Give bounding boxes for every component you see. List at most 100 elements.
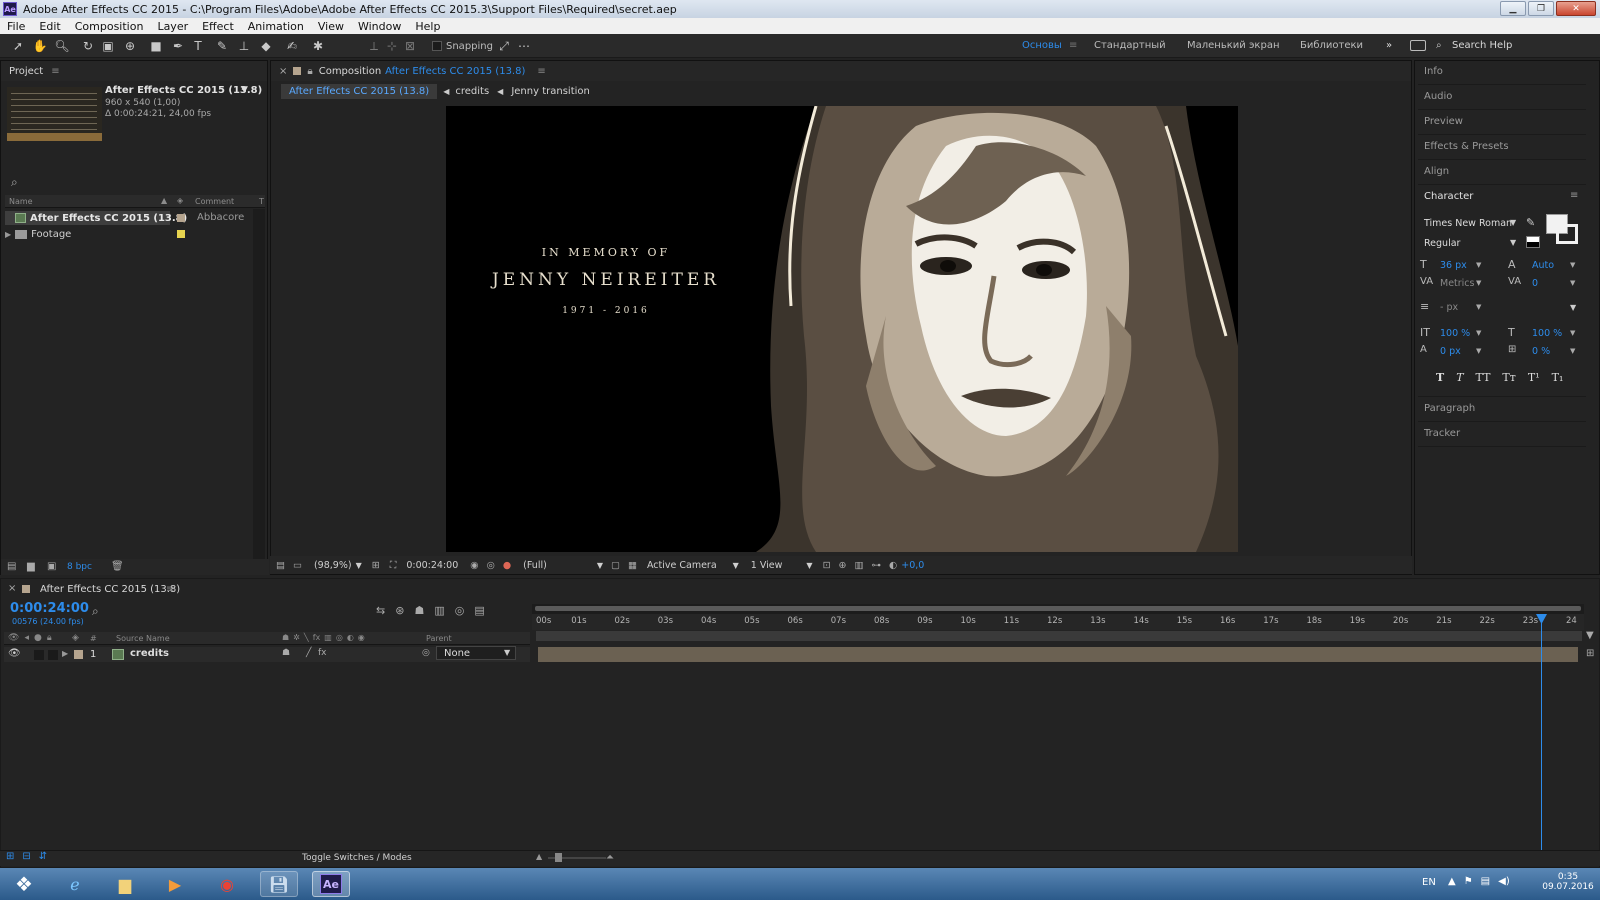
font-family-dropdown[interactable]: Times New Roman [1424,218,1512,229]
label-column-icon[interactable]: ◈ [177,196,183,205]
rotate-tool-icon[interactable]: ↻ [80,38,96,54]
project-col-comment[interactable]: Comment [195,197,234,206]
workspace-standard[interactable]: Стандартный [1094,40,1166,51]
dropdown-arrow-icon[interactable]: ▼ [597,561,603,570]
faux-italic-button[interactable]: T [1456,371,1463,384]
menu-animation[interactable]: Animation [241,20,311,33]
subscript-button[interactable]: T₁ [1552,371,1564,384]
flowchart-icon[interactable]: ⊶ [871,560,881,571]
toggle-switches-modes-button[interactable]: Toggle Switches / Modes [302,853,412,863]
dropdown-arrow-icon[interactable]: ▼ [356,561,362,570]
clock[interactable]: 0:35 09.07.2016 [1540,872,1596,892]
layer-duration-bar[interactable] [538,647,1578,662]
snapping-checkbox[interactable] [432,41,442,51]
dropdown-arrow-icon[interactable]: ▼ [1476,347,1481,355]
effects-presets-panel-tab[interactable]: Effects & Presets [1424,141,1509,152]
dropdown-arrow-icon[interactable]: ▼ [733,561,739,570]
dropdown-arrow-icon[interactable]: ▼ [1476,261,1481,269]
chrome-icon[interactable]: ◉ [208,871,246,897]
horizontal-scale-value[interactable]: 100 % [1532,328,1562,339]
dropdown-arrow-icon[interactable]: ▼ [806,561,812,570]
search-icon[interactable]: ⌕ [1436,40,1442,51]
timeline-current-time[interactable]: 0:00:24:00 [10,601,89,616]
axis-world-icon[interactable]: ⊹ [384,38,400,54]
rectangle-tool-icon[interactable]: ■ [148,38,164,54]
menu-window[interactable]: Window [351,20,408,33]
shy-icon[interactable]: ☗ [282,633,289,642]
menu-help[interactable]: Help [408,20,447,33]
workspace-basics[interactable]: Основы [1022,40,1062,51]
clone-stamp-tool-icon[interactable]: ⊥ [236,38,252,54]
timeline-search-icon[interactable]: ⌕ [92,604,99,619]
close-button[interactable]: ✕ [1556,1,1596,16]
snapshot-icon[interactable]: ◉ [470,560,478,571]
leading-value[interactable]: Auto [1532,260,1554,271]
dropdown-arrow-icon[interactable]: ▼ [1476,279,1481,287]
show-snapshot-icon[interactable]: ◎ [487,560,495,571]
menu-edit[interactable]: Edit [32,20,67,33]
snap-edges-icon[interactable]: ⤢ [496,38,512,54]
panel-menu-icon[interactable]: ≡ [166,584,174,595]
minimize-button[interactable]: ▁ [1500,1,1526,16]
roto-brush-tool-icon[interactable]: ✍ [284,38,300,54]
lock-icon[interactable]: 🔒︎ [47,633,52,643]
camera-tool-icon[interactable]: ▣ [100,38,116,54]
panel-menu-icon[interactable]: ≡ [51,66,59,77]
quality-toggle-icon[interactable]: ╱ [306,648,311,658]
adjustment-icon[interactable]: ◐ [347,633,354,642]
paragraph-panel-tab[interactable]: Paragraph [1424,403,1475,414]
all-caps-button[interactable]: TT [1476,371,1491,384]
motion-blur-icon[interactable]: ◎ [336,633,343,642]
bpc-button[interactable]: 8 bpc [67,562,92,572]
align-panel-tab[interactable]: Align [1424,166,1449,177]
audio-icon[interactable]: ◂ [24,633,29,643]
interpret-footage-icon[interactable]: ▤ [7,561,16,572]
start-button-icon[interactable]: ❖ [4,871,44,897]
exposure-value[interactable]: +0,0 [901,560,924,571]
dropdown-arrow-icon[interactable]: ▼ [1476,329,1481,337]
in-out-pane-icon[interactable]: ⇵ [39,851,47,862]
dropdown-arrow-icon[interactable]: ▼ [1570,279,1575,287]
hand-tool-icon[interactable]: ✋ [32,38,48,54]
transparency-grid-icon[interactable]: ▦ [628,560,637,571]
draft-3d-icon[interactable]: ⊛ [395,604,404,617]
action-center-flag-icon[interactable]: ⚑ [1464,876,1473,887]
new-folder-icon[interactable]: ▆ [27,561,35,572]
solo-icon[interactable]: ● [34,633,42,643]
network-icon[interactable]: ▤ [1481,876,1490,887]
stroke-width-value[interactable]: - px [1440,302,1458,313]
comp-marker-bin-icon[interactable]: ▼ [1586,630,1594,641]
eyedropper-icon[interactable]: ✎ [1526,216,1535,229]
project-col-name[interactable]: Name [9,197,33,206]
zoom-slider-handle[interactable] [555,853,562,862]
project-item-comp[interactable]: After Effects CC 2015 (13.8) [15,211,187,225]
faux-bold-button[interactable]: T [1436,371,1444,384]
zoom-tool-icon[interactable]: 🔍︎ [54,38,70,54]
workspace-menu-icon[interactable]: ≡ [1069,40,1077,51]
resolution-dropdown[interactable]: (Full) [523,560,547,571]
breadcrumb-item-credits[interactable]: credits [455,86,489,97]
composition-panel-label[interactable]: Composition [319,66,381,77]
fast-previews-icon[interactable]: ⊕ [839,560,847,571]
timeline-icon[interactable]: ▥ [855,560,864,571]
language-indicator[interactable]: EN [1422,877,1436,888]
workspace-small-screen[interactable]: Маленький экран [1187,40,1280,51]
work-area-range[interactable] [535,606,1581,611]
tracking-value[interactable]: 0 [1532,278,1538,289]
font-style-dropdown[interactable]: Regular [1424,238,1460,249]
default-colors-swatch[interactable] [1526,236,1540,248]
dropdown-arrow-icon[interactable]: ▼ [1510,238,1516,247]
volume-icon[interactable]: ◀) [1498,876,1510,887]
channel-icon[interactable]: ● [503,560,511,571]
fx-toggle-icon[interactable]: fx [318,648,327,658]
collapse-transform-icon[interactable]: ☗ [282,648,290,658]
playhead-line[interactable] [1541,614,1542,850]
comp-dropdown-icon[interactable]: ▼ [241,85,248,95]
panel-menu-icon[interactable]: ≡ [1570,190,1578,201]
vertical-scale-value[interactable]: 100 % [1440,328,1470,339]
time-ruler[interactable]: 00s 01s 02s 03s 04s 05s 06s 07s 08s 09s 10s 11s 12s 1… [532,614,1584,630]
axis-local-icon[interactable]: ⟂ [366,38,382,54]
region-of-interest-icon[interactable]: ▢ [611,560,620,571]
project-panel-title[interactable]: Project [9,66,43,77]
superscript-button[interactable]: T¹ [1528,371,1540,384]
